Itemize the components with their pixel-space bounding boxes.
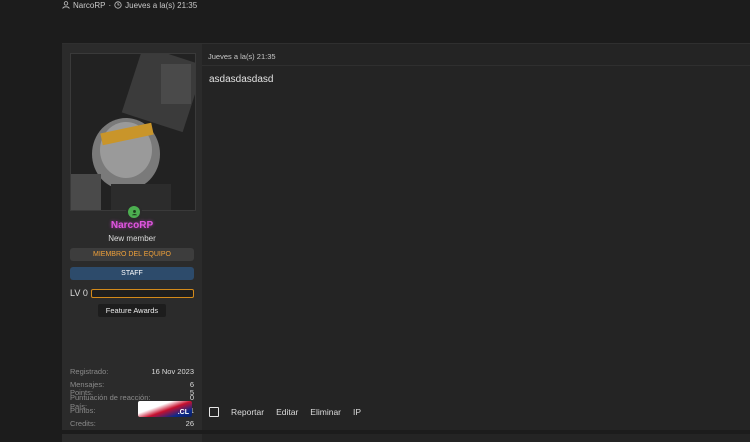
- stat-points-extra: Points: 5: [70, 388, 194, 398]
- user-sidebar: NarcoRP New member MIEMBRO DEL EQUIPO ST…: [62, 44, 202, 430]
- delete-link[interactable]: Eliminar: [310, 407, 341, 417]
- feature-awards-button[interactable]: Feature Awards: [98, 304, 166, 317]
- header-separator: ·: [108, 0, 112, 10]
- edit-link[interactable]: Editar: [276, 407, 298, 417]
- message-content: Jueves a la(s) 21:35 asdasdasdasd Report…: [202, 44, 750, 430]
- header-author-link[interactable]: NarcoRP: [73, 1, 105, 10]
- stat-credits: Credits: 26: [70, 419, 194, 429]
- user-icon: [62, 1, 70, 9]
- level-progress-bar: [91, 289, 194, 298]
- clock-icon: [114, 1, 122, 9]
- stat-key: Points:: [70, 388, 93, 397]
- stat-country: País:: [70, 402, 130, 412]
- message-body: asdasdasdasd: [209, 74, 274, 85]
- stat-value: 16 Nov 2023: [151, 367, 194, 376]
- avatar[interactable]: [70, 53, 196, 211]
- header-timestamp-link[interactable]: Jueves a la(s) 21:35: [125, 1, 197, 10]
- next-message-sidebar: [62, 434, 202, 442]
- ip-link[interactable]: IP: [353, 407, 361, 417]
- message-post: NarcoRP New member MIEMBRO DEL EQUIPO ST…: [62, 43, 750, 430]
- message-actions: Reportar Editar Eliminar IP: [209, 407, 361, 417]
- next-message: [62, 434, 750, 442]
- stat-registered: Registrado: 16 Nov 2023: [70, 367, 194, 377]
- team-member-banner: MIEMBRO DEL EQUIPO: [70, 248, 194, 261]
- stat-value: 5: [189, 388, 194, 397]
- stat-value: 26: [185, 419, 194, 428]
- divider: [202, 65, 750, 66]
- post-date-link[interactable]: Jueves a la(s) 21:35: [208, 52, 276, 61]
- stat-key: País:: [70, 402, 88, 411]
- user-title: New member: [108, 234, 156, 243]
- online-status-icon: [126, 204, 142, 220]
- flag-label: .CL: [177, 409, 189, 416]
- username-link[interactable]: NarcoRP: [62, 220, 202, 231]
- staff-banner: STAFF: [70, 267, 194, 280]
- report-link[interactable]: Reportar: [231, 407, 264, 417]
- stat-key: Registrado:: [70, 367, 109, 376]
- level-label: LV 0: [70, 288, 88, 298]
- country-flag-icon: .CL: [138, 401, 192, 417]
- select-checkbox[interactable]: [209, 407, 219, 417]
- post-header: NarcoRP · Jueves a la(s) 21:35: [62, 0, 197, 10]
- stat-key: Credits:: [70, 419, 96, 428]
